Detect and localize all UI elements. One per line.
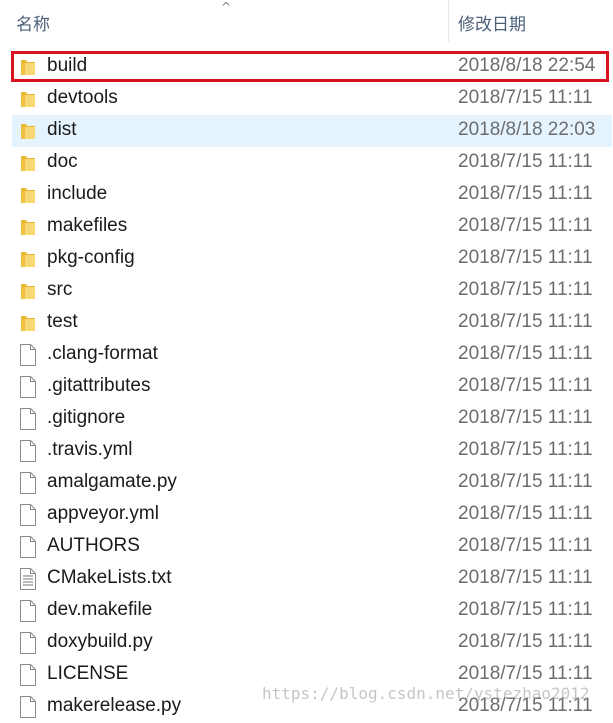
- file-name[interactable]: amalgamate.py: [47, 471, 177, 493]
- folder-icon: [19, 121, 37, 141]
- file-date-modified: 2018/7/15 11:11: [458, 183, 593, 204]
- file-icon: [19, 536, 37, 558]
- file-icon: [19, 472, 37, 494]
- file-date-modified: 2018/7/15 11:11: [458, 567, 593, 588]
- file-date-modified: 2018/7/15 11:11: [458, 503, 593, 524]
- file-date-modified: 2018/7/15 11:11: [458, 279, 593, 300]
- file-row[interactable]: appveyor.yml 2018/7/15 11:11: [0, 499, 613, 531]
- file-icon: [19, 664, 37, 686]
- file-icon: [19, 696, 37, 718]
- file-name[interactable]: makerelease.py: [47, 695, 181, 717]
- column-divider[interactable]: [448, 0, 449, 42]
- folder-icon: [19, 217, 37, 237]
- file-icon: [19, 344, 37, 366]
- file-row[interactable]: dist 2018/8/18 22:03: [0, 115, 613, 147]
- file-icon: [19, 440, 37, 462]
- file-name[interactable]: doc: [47, 151, 78, 173]
- file-icon: [19, 632, 37, 654]
- file-date-modified: 2018/8/18 22:03: [458, 119, 596, 140]
- file-icon: [19, 376, 37, 398]
- file-name[interactable]: .clang-format: [47, 343, 158, 365]
- text-file-icon: [19, 568, 37, 590]
- file-list: build 2018/8/18 22:54 devtools 2018/7/15 11…: [0, 51, 613, 723]
- folder-icon: [19, 313, 37, 333]
- file-date-modified: 2018/7/15 11:11: [458, 375, 593, 396]
- file-date-modified: 2018/7/15 11:11: [458, 311, 593, 332]
- file-row[interactable]: .travis.yml 2018/7/15 11:11: [0, 435, 613, 467]
- file-row[interactable]: AUTHORS 2018/7/15 11:11: [0, 531, 613, 563]
- file-name[interactable]: include: [47, 183, 107, 205]
- file-row[interactable]: dev.makefile 2018/7/15 11:11: [0, 595, 613, 627]
- file-date-modified: 2018/7/15 11:11: [458, 343, 593, 364]
- file-row[interactable]: .gitattributes 2018/7/15 11:11: [0, 371, 613, 403]
- name-column-header[interactable]: 名称: [16, 10, 50, 35]
- file-name[interactable]: .travis.yml: [47, 439, 133, 461]
- file-row[interactable]: src 2018/7/15 11:11: [0, 275, 613, 307]
- file-icon: [19, 504, 37, 526]
- file-name[interactable]: .gitattributes: [47, 375, 151, 397]
- sort-ascending-icon: ^: [221, 0, 232, 14]
- file-name[interactable]: devtools: [47, 87, 118, 109]
- file-date-modified: 2018/8/18 22:54: [458, 55, 596, 76]
- folder-icon: [19, 249, 37, 269]
- file-row[interactable]: makefiles 2018/7/15 11:11: [0, 211, 613, 243]
- file-row[interactable]: .gitignore 2018/7/15 11:11: [0, 403, 613, 435]
- file-name[interactable]: pkg-config: [47, 247, 135, 269]
- file-date-modified: 2018/7/15 11:11: [458, 439, 593, 460]
- file-row[interactable]: doxybuild.py 2018/7/15 11:11: [0, 627, 613, 659]
- date-modified-column-header[interactable]: 修改日期: [458, 10, 526, 35]
- file-name[interactable]: dev.makefile: [47, 599, 152, 621]
- watermark-text: https://blog.csdn.net/ystezhao2012: [262, 684, 590, 703]
- file-name[interactable]: makefiles: [47, 215, 127, 237]
- file-name[interactable]: LICENSE: [47, 663, 128, 685]
- column-header: 名称 ^ 修改日期: [0, 0, 613, 44]
- file-row[interactable]: amalgamate.py 2018/7/15 11:11: [0, 467, 613, 499]
- folder-icon: [19, 153, 37, 173]
- file-date-modified: 2018/7/15 11:11: [458, 247, 593, 268]
- file-name[interactable]: AUTHORS: [47, 535, 140, 557]
- file-row[interactable]: build 2018/8/18 22:54: [0, 51, 613, 83]
- file-date-modified: 2018/7/15 11:11: [458, 535, 593, 556]
- file-date-modified: 2018/7/15 11:11: [458, 599, 593, 620]
- file-name[interactable]: CMakeLists.txt: [47, 567, 172, 589]
- file-row[interactable]: CMakeLists.txt 2018/7/15 11:11: [0, 563, 613, 595]
- file-row[interactable]: doc 2018/7/15 11:11: [0, 147, 613, 179]
- file-date-modified: 2018/7/15 11:11: [458, 631, 593, 652]
- file-name[interactable]: build: [47, 55, 87, 77]
- file-name[interactable]: test: [47, 311, 78, 333]
- folder-icon: [19, 57, 37, 77]
- file-row[interactable]: .clang-format 2018/7/15 11:11: [0, 339, 613, 371]
- file-name[interactable]: dist: [47, 119, 77, 141]
- file-date-modified: 2018/7/15 11:11: [458, 407, 593, 428]
- folder-icon: [19, 89, 37, 109]
- file-icon: [19, 408, 37, 430]
- file-name[interactable]: src: [47, 279, 72, 301]
- file-row[interactable]: test 2018/7/15 11:11: [0, 307, 613, 339]
- folder-icon: [19, 185, 37, 205]
- file-icon: [19, 600, 37, 622]
- file-date-modified: 2018/7/15 11:11: [458, 471, 593, 492]
- file-row[interactable]: include 2018/7/15 11:11: [0, 179, 613, 211]
- folder-icon: [19, 281, 37, 301]
- file-name[interactable]: .gitignore: [47, 407, 125, 429]
- file-name[interactable]: appveyor.yml: [47, 503, 159, 525]
- file-date-modified: 2018/7/15 11:11: [458, 663, 593, 684]
- file-row[interactable]: pkg-config 2018/7/15 11:11: [0, 243, 613, 275]
- file-date-modified: 2018/7/15 11:11: [458, 215, 593, 236]
- file-name[interactable]: doxybuild.py: [47, 631, 153, 653]
- file-date-modified: 2018/7/15 11:11: [458, 87, 593, 108]
- file-date-modified: 2018/7/15 11:11: [458, 151, 593, 172]
- file-row[interactable]: devtools 2018/7/15 11:11: [0, 83, 613, 115]
